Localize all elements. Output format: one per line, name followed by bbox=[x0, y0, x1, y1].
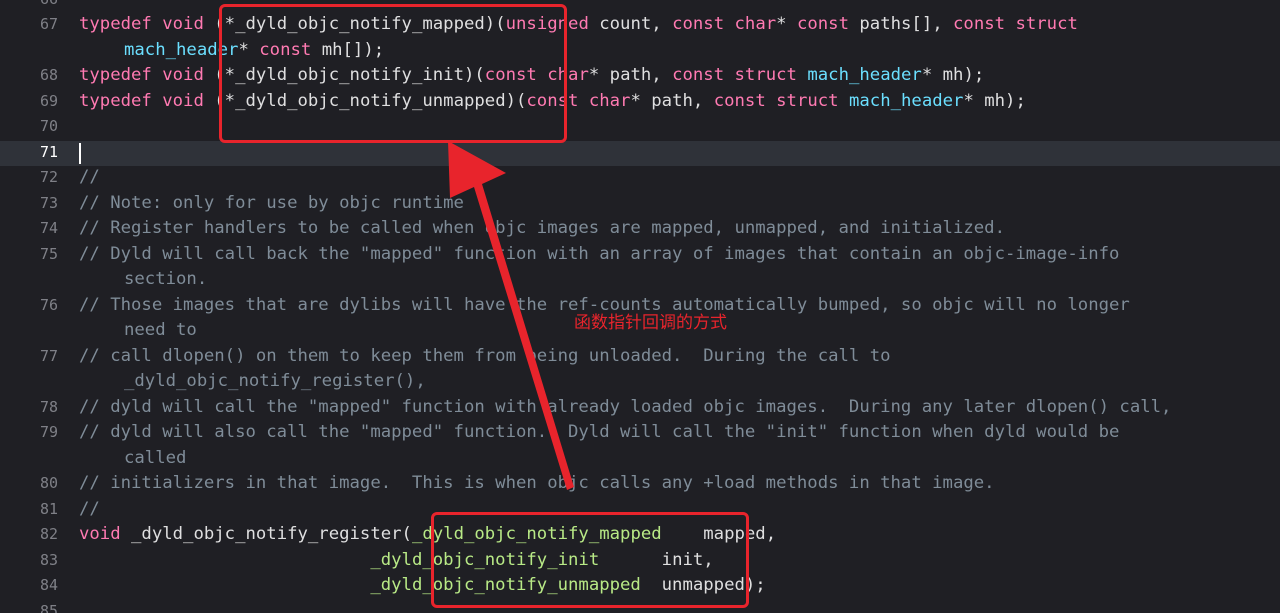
code-token: const bbox=[672, 65, 725, 85]
line-number: 77 bbox=[39, 346, 58, 365]
code-token: void bbox=[79, 524, 121, 544]
code-line[interactable]: // dyld will also call the "mapped" func… bbox=[79, 420, 1274, 446]
line-number: 70 bbox=[39, 117, 58, 135]
code-token: // bbox=[79, 498, 100, 519]
code-token: void bbox=[162, 65, 204, 85]
code-token: typedef bbox=[79, 14, 152, 34]
code-editor[interactable]: 66 67typedef void (*_dyld_objc_notify_ma… bbox=[0, 0, 1280, 613]
code-token: typedef bbox=[79, 90, 152, 111]
annotation-label: 函数指针回调的方式 bbox=[574, 313, 727, 333]
line-number: 73 bbox=[39, 193, 58, 212]
code-token: // call dlopen() on them to keep them fr… bbox=[79, 345, 891, 366]
line-number: 67 bbox=[39, 15, 58, 33]
code-token: struct bbox=[1015, 14, 1078, 34]
code-token: char bbox=[588, 90, 631, 111]
code-token: _dyld_objc_notify_register(), bbox=[124, 371, 426, 391]
code-token: // dyld will also call the "mapped" func… bbox=[79, 422, 1120, 442]
line-number: 69 bbox=[39, 91, 58, 110]
code-token: void bbox=[162, 14, 204, 34]
code-token: const bbox=[713, 90, 766, 111]
line-number: 83 bbox=[39, 550, 58, 569]
line-number: 74 bbox=[39, 219, 58, 237]
code-token: section. bbox=[124, 269, 208, 289]
code-token: struct bbox=[776, 90, 839, 111]
line-number: 72 bbox=[39, 168, 58, 186]
code-token: const bbox=[796, 14, 849, 34]
code-token: // bbox=[79, 167, 100, 187]
code-line-continuation[interactable]: _dyld_objc_notify_register(), bbox=[124, 369, 1280, 395]
code-line[interactable]: // dyld will call the "mapped" function … bbox=[79, 395, 1274, 421]
code-token: * path, bbox=[588, 65, 673, 85]
code-token: void bbox=[162, 90, 204, 111]
code-token: mach_header bbox=[848, 90, 964, 111]
code-line[interactable]: // Note: only for use by objc runtime bbox=[79, 191, 1274, 217]
code-token: mach_header bbox=[807, 65, 922, 85]
code-token: char bbox=[734, 14, 777, 34]
code-token: * bbox=[776, 14, 797, 34]
code-token: * mh); bbox=[963, 90, 1026, 111]
code-token: count, bbox=[588, 14, 673, 34]
code-token: struct bbox=[734, 65, 797, 85]
line-number-bottom: 85 bbox=[39, 602, 58, 613]
code-token: typedef bbox=[79, 65, 152, 85]
line-number: 75 bbox=[39, 244, 58, 263]
code-token: // Register handlers to be called when o… bbox=[79, 218, 1005, 238]
code-token: const bbox=[672, 14, 725, 34]
code-line-continuation[interactable]: called bbox=[124, 446, 1280, 472]
register-args-highlight-box bbox=[431, 512, 749, 608]
code-line-continuation[interactable]: section. bbox=[124, 267, 1280, 293]
code-line[interactable]: // initializers in that image. This is w… bbox=[79, 471, 1274, 497]
code-token: const bbox=[953, 14, 1006, 34]
code-token: // dyld will call the "mapped" function … bbox=[79, 396, 1172, 417]
line-number-top: 66 bbox=[0, 0, 58, 13]
line-number: 78 bbox=[39, 397, 58, 416]
line-number: 76 bbox=[39, 295, 58, 314]
line-number: 80 bbox=[39, 474, 58, 492]
code-line[interactable]: // bbox=[79, 165, 1274, 191]
code-line[interactable] bbox=[79, 140, 1274, 166]
code-token: // Note: only for use by objc runtime bbox=[79, 192, 464, 213]
code-token: called bbox=[124, 447, 187, 468]
code-token: need to bbox=[124, 320, 197, 340]
code-line[interactable]: // call dlopen() on them to keep them fr… bbox=[79, 344, 1274, 370]
code-token: // initializers in that image. This is w… bbox=[79, 473, 995, 493]
code-token: paths[], bbox=[848, 14, 954, 34]
line-number: 81 bbox=[39, 499, 58, 518]
code-token: * mh); bbox=[921, 65, 985, 85]
text-caret bbox=[79, 143, 81, 164]
line-number: 68 bbox=[39, 66, 58, 84]
line-number: 71 bbox=[39, 142, 58, 161]
line-number: 82 bbox=[39, 525, 58, 543]
code-line[interactable]: // Register handlers to be called when o… bbox=[79, 216, 1274, 242]
typedef-highlight-box bbox=[219, 4, 567, 143]
code-token: * path, bbox=[630, 90, 714, 111]
line-number: 79 bbox=[39, 423, 58, 441]
code-line[interactable]: // Dyld will call back the "mapped" func… bbox=[79, 242, 1274, 268]
code-token: // Dyld will call back the "mapped" func… bbox=[79, 243, 1120, 264]
line-number: 84 bbox=[39, 576, 58, 594]
code-token: _dyld_objc_notify_register( bbox=[120, 524, 412, 544]
